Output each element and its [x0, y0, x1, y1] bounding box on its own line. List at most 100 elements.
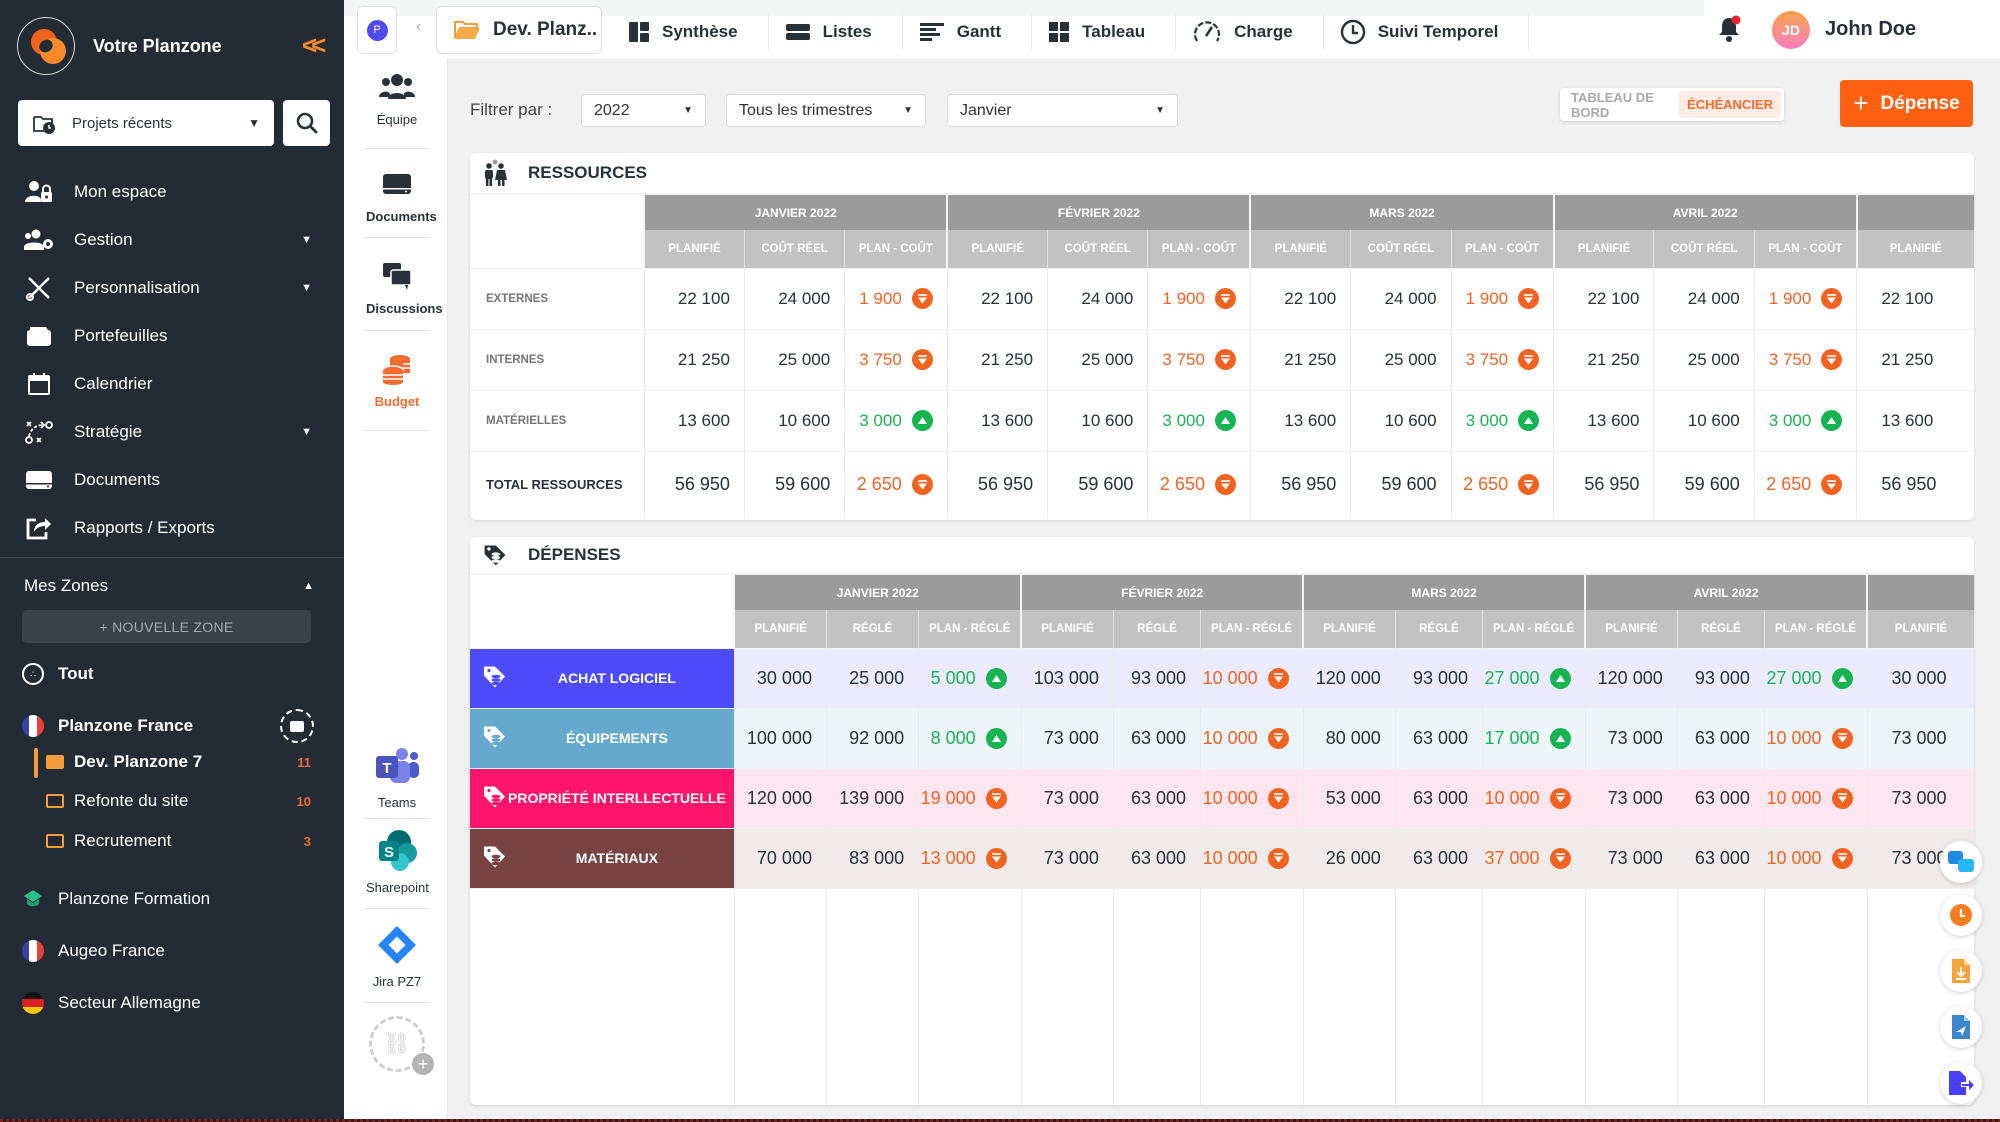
add-expense-button[interactable]: + Dépense — [1840, 80, 1973, 127]
trend-up-icon — [1821, 410, 1843, 431]
tool-documents[interactable]: Documents — [366, 165, 437, 224]
tab-gantt[interactable]: Gantt — [903, 14, 1033, 50]
dashboard-toggle[interactable]: TABLEAU DE BORD — [1563, 90, 1679, 120]
planned-cell: 22 100 — [1856, 267, 1974, 329]
tool-equipe[interactable]: Équipe — [366, 68, 428, 127]
add-integration-button[interactable]: ⛓ + — [366, 1016, 434, 1075]
notifications-button[interactable] — [1716, 15, 1742, 48]
trend-down-icon — [1267, 787, 1289, 809]
resources-title: RESSOURCES — [528, 163, 648, 182]
month-header: JANVIER 2022 — [733, 575, 1022, 610]
category-cell[interactable]: PROPRIÉTÉ INTERLLECTUELLE — [470, 767, 735, 828]
difference-value: 1 900 — [1768, 288, 1812, 308]
add-folder-icon[interactable] — [280, 709, 314, 743]
integration-jira[interactable]: Jira PZ7 — [366, 922, 428, 989]
difference-cell: 13 000 — [918, 827, 1022, 888]
project-recrutement[interactable]: Recrutement 3 — [46, 831, 311, 851]
trend-down-icon — [1831, 787, 1853, 809]
tool-label: Teams — [377, 795, 417, 810]
download-file-button[interactable] — [1940, 950, 1982, 992]
schedule-toggle[interactable]: ÉCHÉANCIER — [1679, 91, 1781, 118]
project-refonte-du-site[interactable]: Refonte du site 10 — [46, 791, 311, 811]
chevron-left-icon[interactable]: ‹ — [416, 18, 421, 36]
difference-value: 3 000 — [1768, 410, 1812, 430]
year-select[interactable]: 2022 ▼ — [581, 94, 706, 127]
new-zone-button[interactable]: + NOUVELLE ZONE — [22, 610, 311, 643]
nav-item-documents[interactable]: Documents — [0, 456, 344, 504]
month-header: AVRIL 2022 — [1584, 575, 1867, 610]
project-tools: Équipe Documents Discussions Budget T Te… — [344, 0, 448, 1122]
recent-projects-select[interactable]: Projets récents ▼ — [18, 100, 274, 146]
tab-charge[interactable]: Charge — [1176, 14, 1324, 50]
switch-view-button[interactable] — [1940, 841, 1982, 883]
integration-sharepoint[interactable]: S Sharepoint — [366, 828, 429, 895]
trend-down-icon — [1549, 847, 1571, 869]
planned-cell: 21 250 — [946, 328, 1048, 390]
category-cell[interactable]: ACHAT LOGICIEL — [470, 647, 735, 708]
category-cell[interactable]: MATÉRIAUX — [470, 827, 735, 888]
nav-item-personnalisation[interactable]: Personnalisation ▼ — [0, 264, 344, 312]
nav-item-rapports-exports[interactable]: Rapports / Exports — [0, 504, 344, 552]
nav-item-calendrier[interactable]: Calendrier — [0, 360, 344, 408]
zones-header[interactable]: Mes Zones ▲ — [24, 576, 314, 596]
row-label: INTERNES — [470, 328, 645, 390]
trend-up-icon — [985, 727, 1007, 749]
quarter-select[interactable]: Tous les trimestres ▼ — [726, 94, 926, 127]
user-avatar[interactable]: JD — [1772, 11, 1810, 49]
collapse-sidebar-icon[interactable]: << — [302, 30, 327, 61]
expenses-table: JANVIER 2022 FÉVRIER 2022 MARS 2022 AVRIL 2… — [470, 575, 1974, 1105]
difference-value: 37 000 — [1484, 847, 1540, 868]
brand[interactable]: Votre Planzone — [17, 17, 222, 75]
project-button[interactable]: Dev. Planz.. — [436, 6, 602, 54]
difference-value: 10 000 — [1202, 787, 1258, 808]
actual-cell: 24 000 — [743, 267, 845, 329]
tab-listes[interactable]: Listes — [769, 14, 903, 50]
send-file-button[interactable] — [1940, 1006, 1982, 1048]
difference-cell: 10 000 — [1763, 827, 1867, 888]
difference-value: 1 900 — [1465, 288, 1509, 308]
integration-teams[interactable]: T Teams — [366, 745, 428, 810]
chevron-down-icon: ▼ — [301, 426, 312, 438]
zone-label: Augeo France — [58, 941, 165, 960]
planned-cell: 73 000 — [1584, 707, 1678, 768]
drive-icon — [366, 165, 428, 203]
nav-label: Stratégie — [74, 422, 143, 441]
tool-budget[interactable]: Budget — [366, 350, 428, 409]
planned-cell: 73 000 — [1020, 827, 1114, 888]
view-toggle: TABLEAU DE BORD ÉCHÉANCIER — [1560, 88, 1784, 121]
zone-secteur-allemagne[interactable]: Secteur Allemagne — [22, 992, 322, 1014]
tab-synthèse[interactable]: Synthèse — [612, 14, 769, 50]
planned-cell: 30 000 — [733, 647, 827, 708]
difference-cell: 37 000 — [1482, 827, 1586, 888]
difference-cell: 3 750 — [1147, 328, 1251, 390]
recent-projects-label: Projets récents — [72, 114, 173, 132]
tool-label: Discussions — [366, 301, 443, 316]
zone-all[interactable]: ∴ Tout — [22, 663, 322, 685]
nav-item-mon-espace[interactable]: Mon espace — [0, 168, 344, 216]
user-name[interactable]: John Doe — [1825, 18, 1916, 41]
project-label: Dev. Planzone 7 — [74, 752, 203, 771]
difference-cell: 1 900 — [1147, 267, 1251, 329]
folder-icon — [46, 794, 64, 808]
difference-cell: 3 000 — [1753, 389, 1857, 451]
timer-button[interactable] — [1940, 894, 1982, 936]
month-select[interactable]: Janvier ▼ — [947, 94, 1178, 127]
search-button[interactable] — [283, 100, 330, 146]
project-dev-planzone-7[interactable]: Dev. Planzone 7 11 — [34, 748, 311, 778]
gauge-icon — [1192, 20, 1222, 44]
divider — [0, 557, 344, 558]
tab-suivi-temporel[interactable]: Suivi Temporel — [1324, 14, 1530, 50]
nav-item-gestion[interactable]: Gestion ▼ — [0, 216, 344, 264]
zone-augeo-france[interactable]: Augeo France — [22, 940, 322, 962]
nav-item-stratégie[interactable]: Stratégie ▼ — [0, 408, 344, 456]
nav-item-portefeuilles[interactable]: Portefeuilles — [0, 312, 344, 360]
difference-cell: 8 000 — [918, 707, 1022, 768]
zone-planzone-france[interactable]: Planzone France — [22, 709, 322, 743]
export-file-button[interactable] — [1940, 1062, 1982, 1104]
chevron-down-icon: ▼ — [903, 105, 913, 116]
tool-discussions[interactable]: Discussions — [366, 257, 443, 316]
workspace-button[interactable]: P — [357, 6, 397, 54]
tab-tableau[interactable]: Tableau — [1032, 14, 1177, 50]
zone-planzone-formation[interactable]: Planzone Formation — [22, 888, 322, 910]
category-cell[interactable]: ÉQUIPEMENTS — [470, 707, 735, 768]
